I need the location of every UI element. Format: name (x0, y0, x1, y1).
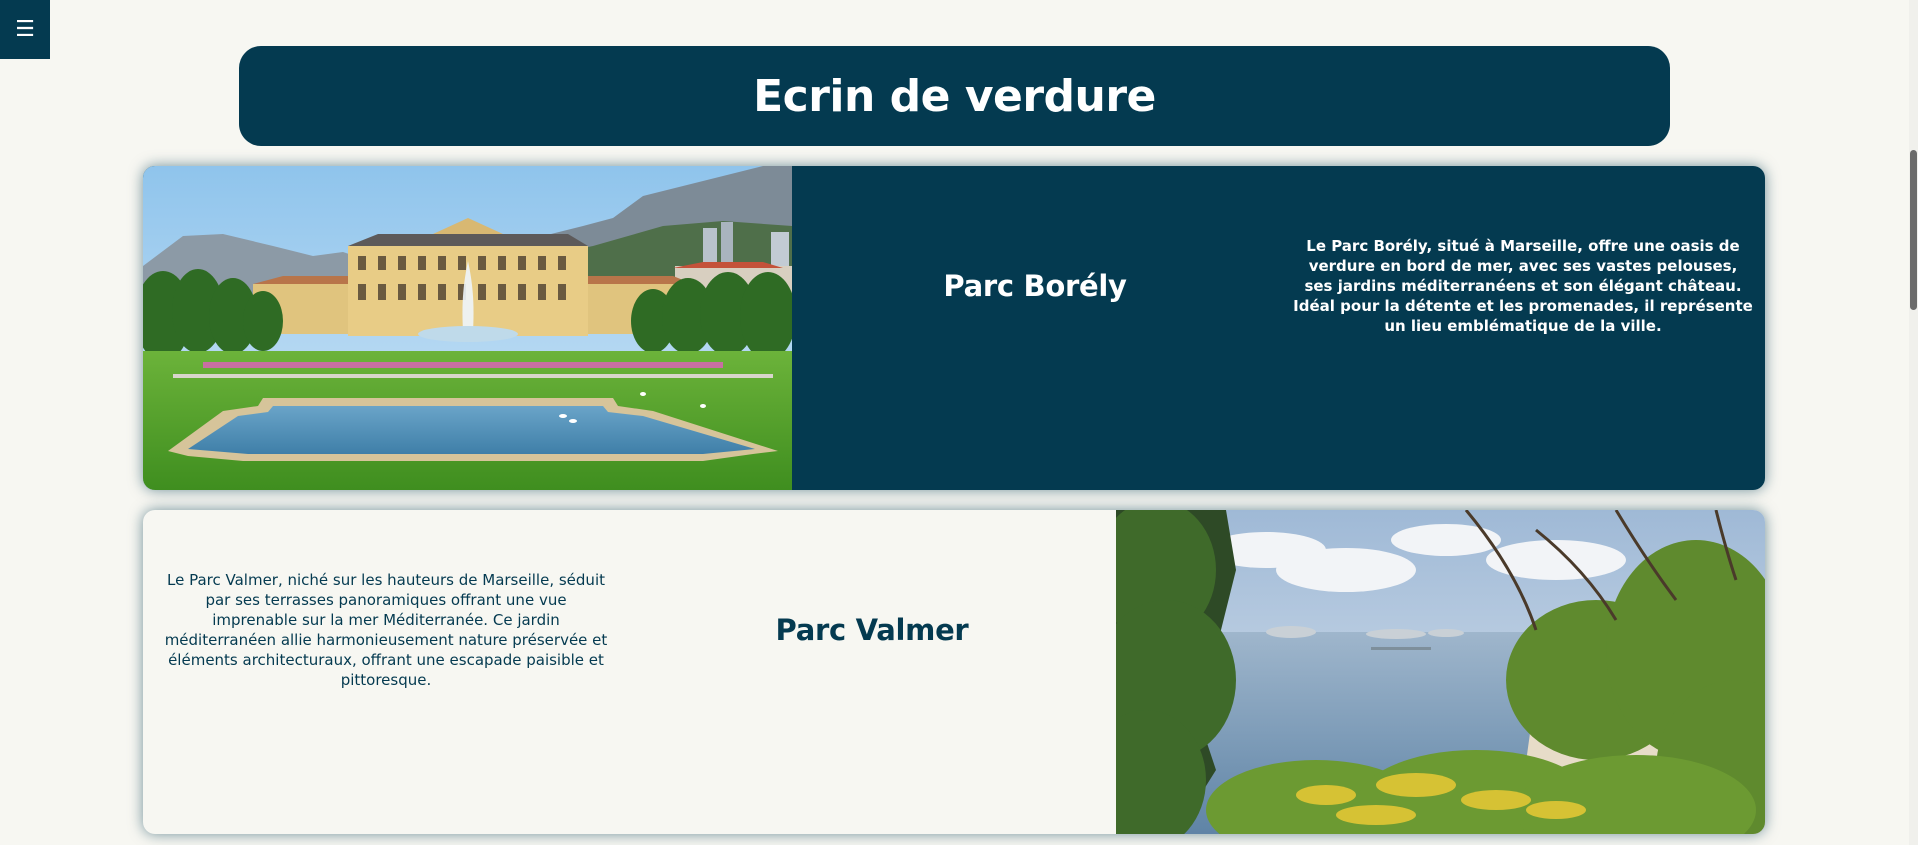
borely-photo (143, 166, 792, 490)
park-card-borely: Parc Borély Le Parc Borély, situé à Mars… (143, 166, 1765, 490)
park-description-borely: Le Parc Borély, situé à Marseille, offre… (1293, 237, 1753, 335)
park-description-valmer: Le Parc Valmer, niché sur les hauteurs d… (164, 571, 608, 689)
park-image-borely (143, 166, 792, 490)
park-image-valmer (1116, 510, 1765, 834)
park-name-valmer: Parc Valmer (775, 613, 969, 647)
title-banner: Ecrin de verdure (239, 46, 1670, 146)
park-card-valmer: Le Parc Valmer, niché sur les hauteurs d… (143, 510, 1765, 834)
scrollbar[interactable] (1909, 0, 1918, 845)
page: ☰ Ecrin de verdure Parc Borély Le Parc B… (0, 0, 1918, 845)
menu-button[interactable]: ☰ (0, 0, 50, 59)
park-name-borely: Parc Borély (943, 269, 1127, 303)
scrollbar-thumb[interactable] (1910, 150, 1917, 310)
hamburger-menu-icon: ☰ (15, 17, 35, 42)
page-title: Ecrin de verdure (753, 70, 1156, 122)
valmer-photo (1116, 510, 1765, 834)
